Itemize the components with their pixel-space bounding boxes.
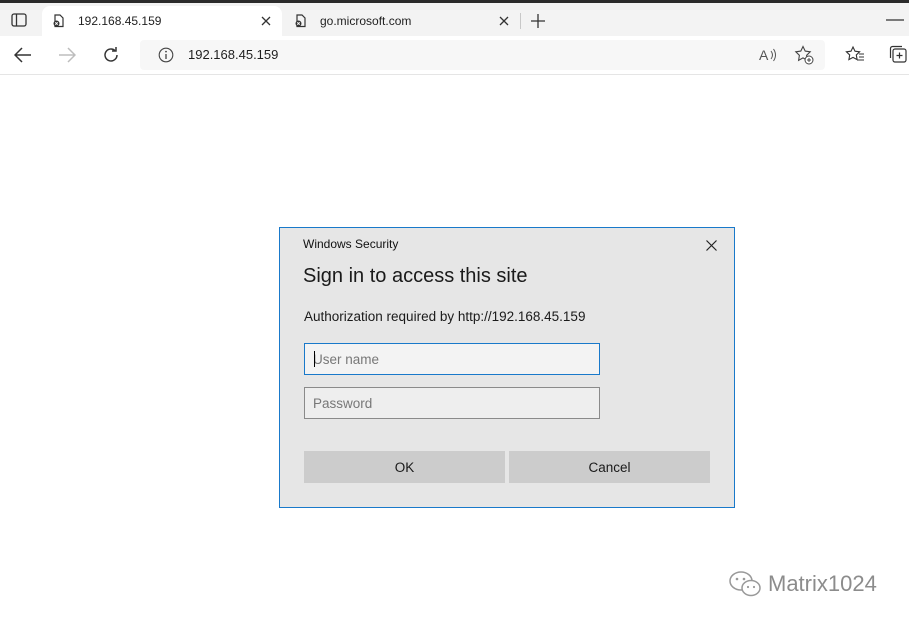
tab-active[interactable]: 192.168.45.159 <box>42 6 282 36</box>
collections-icon[interactable] <box>889 45 909 65</box>
close-icon <box>499 16 509 26</box>
close-icon <box>705 239 717 251</box>
back-button[interactable] <box>9 41 37 69</box>
tab-bar: 192.168.45.159 go.microsoft.com <box>0 3 909 36</box>
address-bar[interactable]: 192.168.45.159 A <box>140 40 825 70</box>
back-arrow-icon <box>14 47 31 63</box>
tab-title: 192.168.45.159 <box>78 14 162 28</box>
star-add-icon[interactable] <box>794 45 814 65</box>
page-broken-icon <box>295 14 306 28</box>
windows-security-dialog: Windows Security Sign in to access this … <box>279 227 735 508</box>
refresh-button[interactable] <box>97 41 125 69</box>
browser-toolbar: 192.168.45.159 A <box>0 36 909 75</box>
tab-inactive[interactable]: go.microsoft.com <box>284 6 520 36</box>
watermark: Matrix1024 <box>728 566 877 602</box>
forward-arrow-icon <box>59 47 76 63</box>
minimize-icon[interactable] <box>884 12 904 28</box>
password-input[interactable] <box>304 387 600 419</box>
tab-close-button[interactable] <box>496 13 512 29</box>
plus-icon <box>531 14 545 28</box>
username-input[interactable] <box>304 343 600 375</box>
svg-text:A: A <box>759 47 769 63</box>
tab-actions-button[interactable] <box>4 7 34 33</box>
info-icon[interactable] <box>158 47 174 63</box>
text-caret <box>314 351 315 367</box>
forward-button[interactable] <box>53 41 81 69</box>
dialog-message: Authorization required by http://192.168… <box>304 309 586 324</box>
tab-title: go.microsoft.com <box>320 14 412 28</box>
wechat-logo-icon <box>729 571 761 597</box>
read-aloud-icon[interactable]: A <box>758 46 778 64</box>
dialog-caption: Windows Security <box>303 237 399 251</box>
dialog-close-button[interactable] <box>702 236 720 254</box>
address-text: 192.168.45.159 <box>188 47 279 62</box>
tab-separator <box>520 13 521 29</box>
favorites-icon[interactable] <box>845 45 865 65</box>
close-icon <box>261 16 271 26</box>
tab-close-button[interactable] <box>258 13 274 29</box>
tab-actions-icon <box>11 13 27 27</box>
ok-button[interactable]: OK <box>304 451 505 483</box>
dialog-heading: Sign in to access this site <box>303 265 528 287</box>
cancel-button[interactable]: Cancel <box>509 451 710 483</box>
page-broken-icon <box>53 14 64 28</box>
refresh-icon <box>104 47 118 62</box>
watermark-text: Matrix1024 <box>768 571 877 596</box>
new-tab-button[interactable] <box>528 11 548 31</box>
